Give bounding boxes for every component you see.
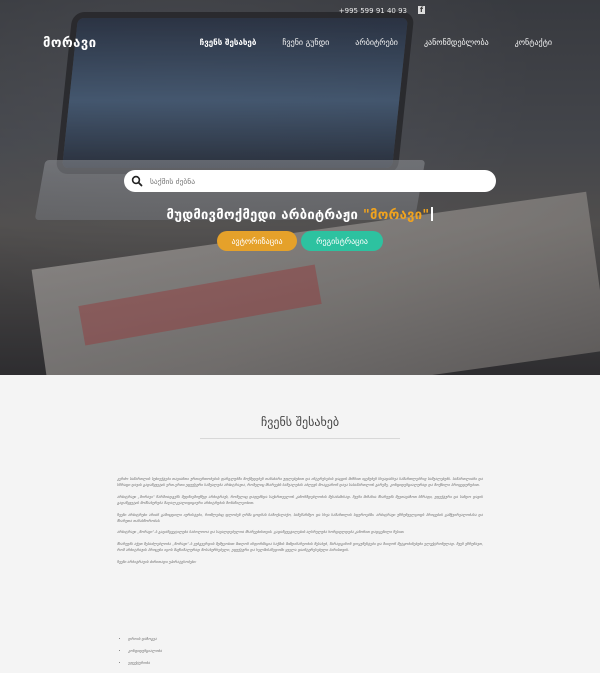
nav-item-about[interactable]: ჩვენს შესახებ [200, 38, 257, 47]
list-intro: ჩვენი არბიტრაჟის ძირითადი უპირატესობები: [117, 559, 197, 564]
hero-buttons: ავტორიზაცია რეგისტრაცია [0, 231, 600, 251]
case-search-bar[interactable] [124, 170, 496, 192]
title-divider [200, 438, 400, 439]
hero-headline: მუდმივმოქმედი არბიტრაჟი "მორავი" [0, 207, 600, 223]
about-paragraph: მხარეებს აქვთ შესაძლებლობა „მორავი“-ს ვე… [117, 541, 483, 553]
search-input[interactable] [148, 175, 482, 187]
about-paragraph: ჩვენი არბიტრები არიან გამოცდილი იურისტებ… [117, 512, 483, 524]
about-section: ჩვენს შესახებ კერძო სამართლის სუბიექტები… [0, 375, 600, 673]
search-icon[interactable] [130, 174, 144, 188]
list-item: კონფიდენციალობა [128, 649, 162, 653]
facebook-icon[interactable]: f [418, 6, 425, 14]
main-nav: ჩვენს შესახებ ჩვენი გუნდი არბიტრები კანო… [200, 38, 552, 47]
site-logo[interactable]: მორავი [43, 36, 97, 51]
list-item: დროის დაზოგვა [128, 637, 162, 641]
headline-brand: "მორავი" [362, 208, 430, 223]
register-button[interactable]: რეგისტრაცია [301, 231, 383, 251]
nav-item-arbiters[interactable]: არბიტრები [355, 38, 398, 47]
nav-item-contact[interactable]: კონტაქტი [515, 38, 552, 47]
about-title: ჩვენს შესახებ [260, 415, 340, 429]
about-paragraph: არბიტრაჟი „მორავი“ წარმოადგენს მუდმივმოქ… [117, 494, 483, 506]
about-body: კერძო სამართლის სუბიექტები თავიანთი ურთი… [117, 476, 483, 570]
typing-cursor [431, 207, 434, 221]
top-bar: +995 599 91 40 93 f [0, 0, 600, 20]
advantages-list: დროის დაზოგვა კონფიდენციალობა ეფექტურობა [122, 637, 162, 673]
nav-item-team[interactable]: ჩვენი გუნდი [282, 38, 329, 47]
phone-number[interactable]: +995 599 91 40 93 [339, 7, 407, 15]
hero-section: +995 599 91 40 93 f მორავი ჩვენს შესახებ… [0, 0, 600, 375]
login-button[interactable]: ავტორიზაცია [217, 231, 297, 251]
list-item: ეფექტურობა [128, 661, 162, 665]
about-paragraph: კერძო სამართლის სუბიექტები თავიანთი ურთი… [117, 477, 483, 488]
headline-text: მუდმივმოქმედი არბიტრაჟი [166, 208, 359, 223]
nav-item-legislation[interactable]: კანონმდებლობა [424, 38, 489, 47]
about-paragraph: არბიტრაჟი „მორავი“-ს გადაწყვეტილება საბო… [117, 530, 405, 535]
